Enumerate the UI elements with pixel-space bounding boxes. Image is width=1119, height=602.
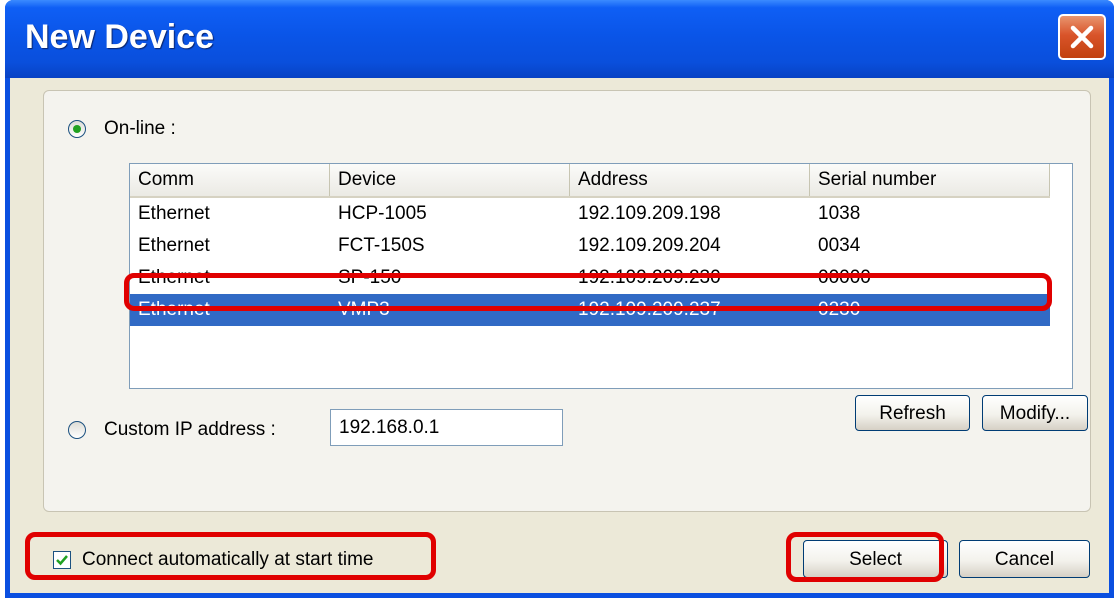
- auto-connect-checkbox[interactable]: [53, 551, 71, 569]
- cell-address: 192.109.209.237: [578, 299, 721, 320]
- table-row-selected[interactable]: Ethernet VMP3 192.109.209.237 0230: [130, 294, 1050, 326]
- custom-ip-label: Custom IP address :: [104, 419, 276, 440]
- cell-comm: Ethernet: [138, 267, 210, 288]
- device-groupbox: On-line : Comm Device Address Serial num…: [43, 90, 1091, 512]
- cell-device: HCP-1005: [338, 203, 427, 224]
- device-list[interactable]: Comm Device Address Serial number Ethern…: [129, 163, 1073, 389]
- table-row[interactable]: Ethernet FCT-150S 192.109.209.204 0034: [130, 230, 1050, 262]
- cell-address: 192.109.209.198: [578, 203, 721, 224]
- custom-ip-input[interactable]: [330, 409, 563, 446]
- window-title: New Device: [25, 18, 214, 56]
- cancel-button[interactable]: Cancel: [959, 540, 1090, 578]
- cell-address: 192.109.209.204: [578, 235, 721, 256]
- close-icon: [1070, 25, 1094, 49]
- column-address[interactable]: Address: [570, 164, 810, 196]
- select-button[interactable]: Select: [803, 540, 948, 578]
- column-comm[interactable]: Comm: [130, 164, 330, 196]
- cell-serial-number: 1038: [818, 203, 861, 224]
- close-button[interactable]: [1058, 14, 1106, 60]
- cell-device: VMP3: [338, 299, 390, 320]
- cell-device: FCT-150S: [338, 235, 425, 256]
- cell-serial-number: 0230: [818, 299, 861, 320]
- column-device[interactable]: Device: [330, 164, 570, 196]
- table-row[interactable]: Ethernet HCP-1005 192.109.209.198 1038: [130, 198, 1050, 230]
- device-list-header: Comm Device Address Serial number: [130, 164, 1050, 198]
- cell-serial-number: 00000: [818, 267, 871, 288]
- checkmark-icon: [56, 555, 68, 566]
- cell-address: 192.109.209.230: [578, 267, 721, 288]
- custom-ip-radio[interactable]: [68, 421, 86, 439]
- cell-comm: Ethernet: [138, 299, 210, 320]
- modify-button[interactable]: Modify...: [982, 395, 1088, 431]
- auto-connect-label: Connect automatically at start time: [82, 549, 374, 570]
- title-bar[interactable]: New Device: [5, 0, 1114, 78]
- online-radio[interactable]: [68, 120, 86, 138]
- column-serial-number[interactable]: Serial number: [810, 164, 1050, 196]
- cell-comm: Ethernet: [138, 203, 210, 224]
- dialog-body: On-line : Comm Device Address Serial num…: [10, 78, 1109, 593]
- online-label: On-line :: [104, 118, 176, 139]
- new-device-window: New Device On-line : Comm Device Address…: [5, 0, 1114, 598]
- cell-device: SP-150: [338, 267, 402, 288]
- table-row[interactable]: Ethernet SP-150 192.109.209.230 00000: [130, 262, 1050, 294]
- cell-comm: Ethernet: [138, 235, 210, 256]
- cell-serial-number: 0034: [818, 235, 861, 256]
- refresh-button[interactable]: Refresh: [855, 395, 970, 431]
